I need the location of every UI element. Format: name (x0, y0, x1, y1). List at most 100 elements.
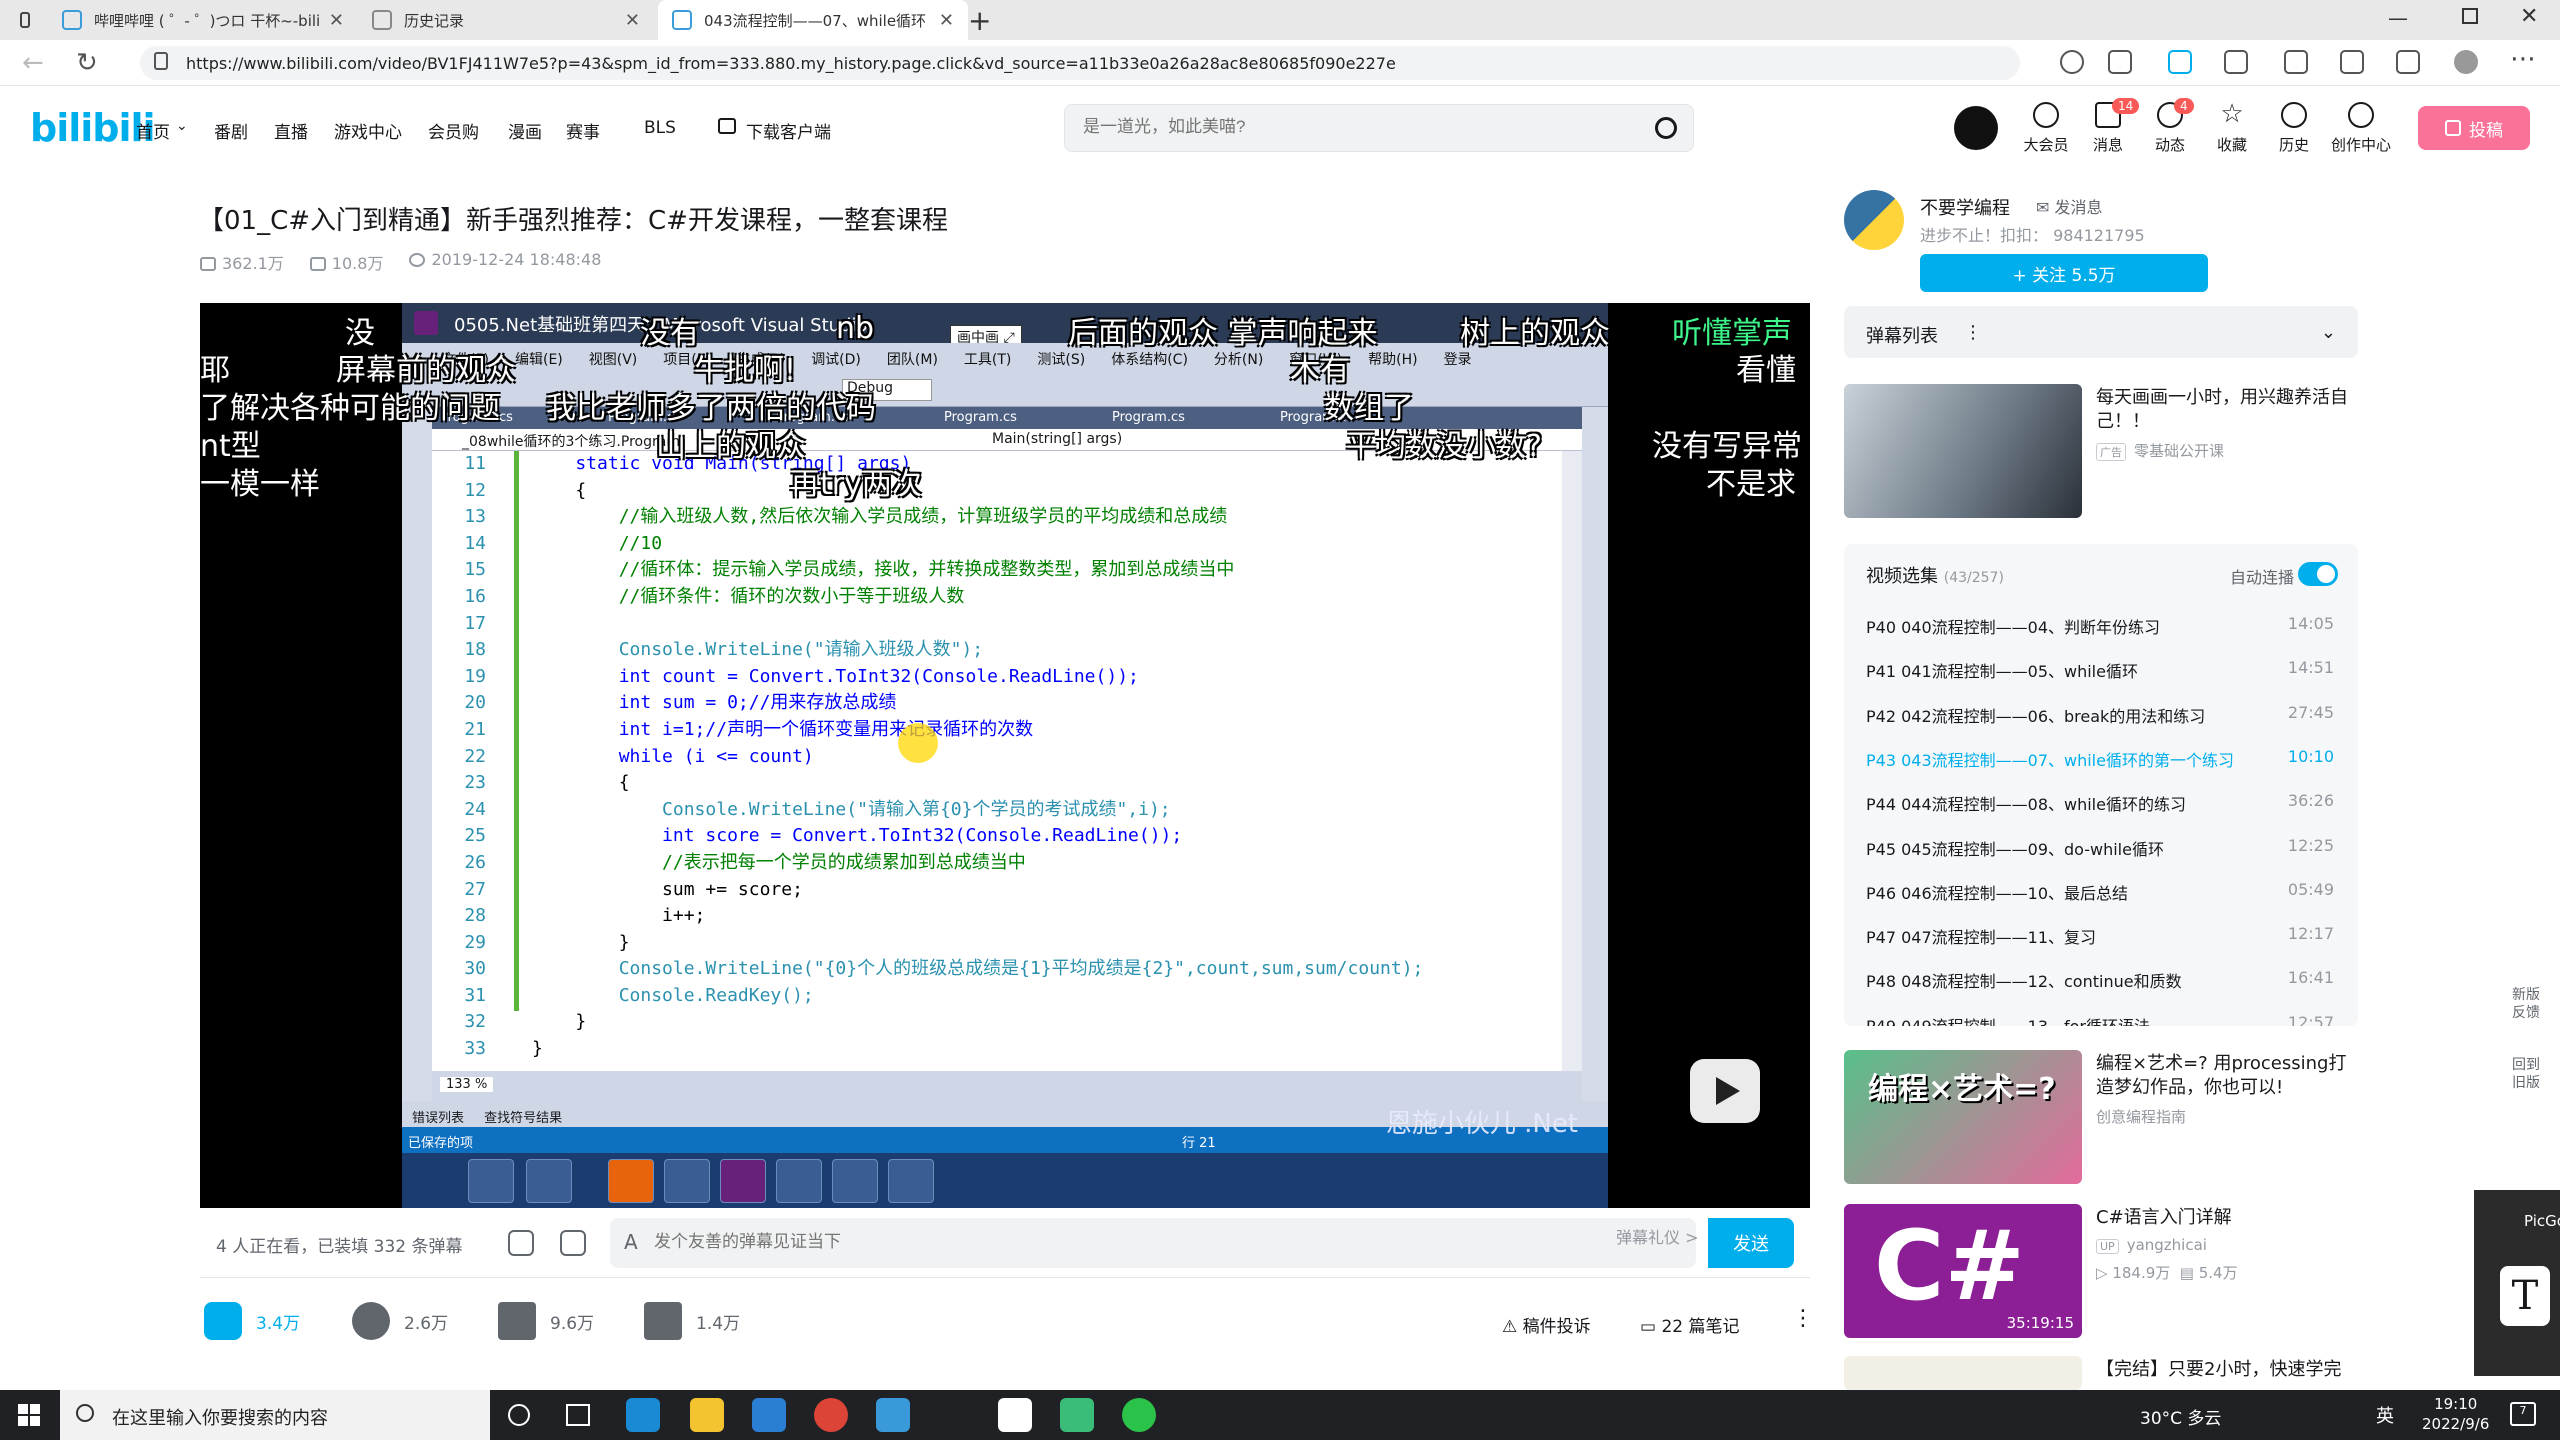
recommendation-card[interactable]: C# 35:19:15 C#语言入门详解 UP yangzhicai ▷ 184.… (1844, 1204, 2358, 1340)
autoplay-toggle[interactable] (2298, 562, 2338, 586)
feedback-link[interactable]: 新版反馈 (2506, 986, 2546, 1022)
share-button[interactable]: 1.4万 (644, 1302, 740, 1340)
playlist-item[interactable]: P46 046流程控制——10、最后总结 05:49 (1844, 868, 2358, 912)
ad-card[interactable]: 每天画画一小时，用兴趣养活自己！！ 广告 零基础公开课 (1844, 384, 2358, 520)
collections-icon[interactable] (2396, 50, 2420, 74)
close-window-button[interactable]: ✕ (2520, 4, 2538, 29)
playlist-item[interactable]: P40 040流程控制——04、判断年份练习 14:05 (1844, 602, 2358, 646)
read-aloud-icon[interactable] (2060, 50, 2084, 74)
browser-tab-2-active[interactable]: 043流程控制——07、while循环 ✕ (658, 0, 968, 40)
nav-manga[interactable]: 漫画 (508, 118, 542, 143)
task-view-icon[interactable] (566, 1404, 590, 1426)
playlist-item[interactable]: P49 049流程控制——13、for循环语法 12:57 (1844, 1001, 2358, 1026)
header-history[interactable]: 历史 (2264, 102, 2324, 155)
like-button[interactable]: 3.4万 (204, 1302, 300, 1340)
header-vip[interactable]: 大会员 (2016, 102, 2076, 155)
nav-game-center[interactable]: 游戏中心 (334, 118, 402, 143)
nav-home[interactable]: 首页 (136, 118, 170, 143)
favorite-star-icon[interactable] (2108, 50, 2132, 74)
browser-tab-1[interactable]: 历史记录 ✕ (358, 0, 654, 40)
close-tab-icon[interactable]: ✕ (625, 10, 640, 31)
playlist-item[interactable]: P42 042流程控制——06、break的用法和练习 27:45 (1844, 691, 2358, 735)
picgo-floating-widget[interactable]: PicGo T (2474, 1190, 2560, 1376)
header-dynamics[interactable]: 4 动态 (2140, 98, 2200, 155)
minimize-button[interactable]: — (2388, 6, 2408, 30)
file-explorer-icon[interactable] (690, 1398, 724, 1432)
notification-center-icon[interactable]: 7 (2510, 1402, 2536, 1426)
wechat-icon[interactable] (1122, 1398, 1156, 1432)
old-version-link[interactable]: 回到旧版 (2506, 1056, 2546, 1092)
chrome-icon[interactable] (814, 1398, 848, 1432)
browser-tab-0[interactable]: 哔哩哔哩 ( ゜- ゜)つロ 干杯~-bili ✕ (48, 0, 358, 40)
nav-download-client[interactable]: 下载客户端 (746, 118, 831, 143)
profile-avatar[interactable] (2454, 50, 2478, 74)
big-play-button[interactable] (1690, 1059, 1760, 1123)
send-danmaku-button[interactable]: 发送 (1708, 1218, 1794, 1268)
maximize-button[interactable] (2462, 8, 2478, 24)
edge-icon[interactable] (626, 1398, 660, 1432)
header-messages[interactable]: 14 消息 (2078, 98, 2140, 155)
ime-indicator[interactable]: 英 (2376, 1402, 2394, 1428)
windows-start-icon[interactable] (18, 1404, 40, 1426)
playlist-item[interactable]: P41 041流程控制——05、while循环 14:51 (1844, 646, 2358, 690)
nav-mall[interactable]: 会员购 (428, 118, 479, 143)
upload-button[interactable]: 投稿 (2418, 106, 2530, 150)
puzzle-icon[interactable] (2284, 50, 2308, 74)
playlist-header: 视频选集 (43/257) (1866, 562, 2004, 588)
vs-menu-item: 调试(D) (811, 352, 861, 368)
playlist-item-current[interactable]: P43 043流程控制——07、while循环的第一个练习 10:10 (1844, 735, 2358, 779)
nav-bangumi[interactable]: 番剧 (214, 118, 248, 143)
weather-text[interactable]: 30°C 多云 (2140, 1404, 2221, 1429)
close-tab-icon[interactable]: ✕ (939, 10, 954, 31)
video-player[interactable]: 0505.Net基础班第四天 - Microsoft Visual Studio… (200, 303, 1810, 1208)
tab-actions-button[interactable] (0, 0, 44, 40)
nav-live[interactable]: 直播 (274, 118, 308, 143)
uploader-avatar[interactable] (1844, 190, 1904, 250)
danmaku-input[interactable] (654, 1232, 1454, 1252)
new-tab-button[interactable]: + (968, 4, 991, 37)
more-options-icon[interactable]: ⋮ (1964, 322, 1982, 343)
font-style-icon[interactable]: A (624, 1230, 638, 1254)
report-button[interactable]: ⚠ 稿件投诉 (1502, 1312, 1591, 1337)
cortana-icon[interactable] (508, 1404, 530, 1426)
playlist-item[interactable]: P44 044流程控制——08、while循环的练习 36:26 (1844, 779, 2358, 823)
playlist-item[interactable]: P47 047流程控制——11、复习 12:17 (1844, 912, 2358, 956)
chevron-down-icon[interactable]: ⌄ (2321, 322, 2336, 343)
back-button[interactable]: ← (22, 48, 44, 78)
close-tab-icon[interactable]: ✕ (329, 10, 344, 31)
coin-button[interactable]: 2.6万 (352, 1302, 448, 1340)
refresh-button[interactable]: ↻ (76, 48, 98, 78)
extension-icon[interactable] (2224, 50, 2248, 74)
app-icon[interactable] (876, 1398, 910, 1432)
follow-button[interactable]: + 关注 5.5万 (1920, 254, 2208, 292)
send-message-link[interactable]: ✉ 发消息 (2036, 194, 2103, 218)
app-icon[interactable] (1060, 1398, 1094, 1432)
mail-icon[interactable] (752, 1398, 786, 1432)
address-bar[interactable]: https://www.bilibili.com/video/BV1FJ411W… (140, 46, 2020, 80)
taskbar-clock[interactable]: 19:10 2022/9/6 (2422, 1394, 2489, 1434)
favorite-button[interactable]: 9.6万 (498, 1302, 594, 1340)
danmaku-etiquette-link[interactable]: 弹幕礼仪 > (1616, 1224, 1699, 1248)
favorites-icon[interactable] (2340, 50, 2364, 74)
user-avatar[interactable] (1954, 106, 1998, 150)
nav-bls[interactable]: BLS (644, 118, 676, 138)
search-icon[interactable] (1655, 117, 1677, 139)
uploader-name[interactable]: 不要学编程 (1920, 194, 2010, 220)
nav-esports[interactable]: 赛事 (566, 118, 600, 143)
search-input[interactable] (1083, 117, 1643, 137)
danmaku-settings-icon[interactable] (560, 1230, 586, 1256)
playlist-item[interactable]: P45 045流程控制——09、do-while循环 12:25 (1844, 824, 2358, 868)
extension-bili-icon[interactable] (2168, 50, 2192, 74)
danmaku-list-panel[interactable]: 弹幕列表 ⋮ ⌄ (1844, 306, 2358, 358)
more-actions-icon[interactable]: ⋮ (1792, 1306, 1814, 1331)
notes-button[interactable]: ▭ 22 篇笔记 (1640, 1312, 1740, 1337)
recommendation-card[interactable]: 【完结】只要2小时，快速学完 (1844, 1356, 2358, 1390)
more-menu-icon[interactable]: ⋯ (2510, 44, 2536, 74)
recommendation-card[interactable]: 编程×艺术=? 编程×艺术=? 用processing打造梦幻作品，你也可以! … (1844, 1050, 2358, 1186)
danmaku-toggle-icon[interactable] (508, 1230, 534, 1256)
header-creator-center[interactable]: 创作中心 (2326, 102, 2396, 155)
typora-icon[interactable] (998, 1398, 1032, 1432)
playlist-item[interactable]: P48 048流程控制——12、continue和质数 16:41 (1844, 956, 2358, 1000)
header-favorites[interactable]: ☆ 收藏 (2202, 101, 2262, 155)
windows-search-box[interactable]: 在这里输入你要搜索的内容 (60, 1390, 490, 1440)
